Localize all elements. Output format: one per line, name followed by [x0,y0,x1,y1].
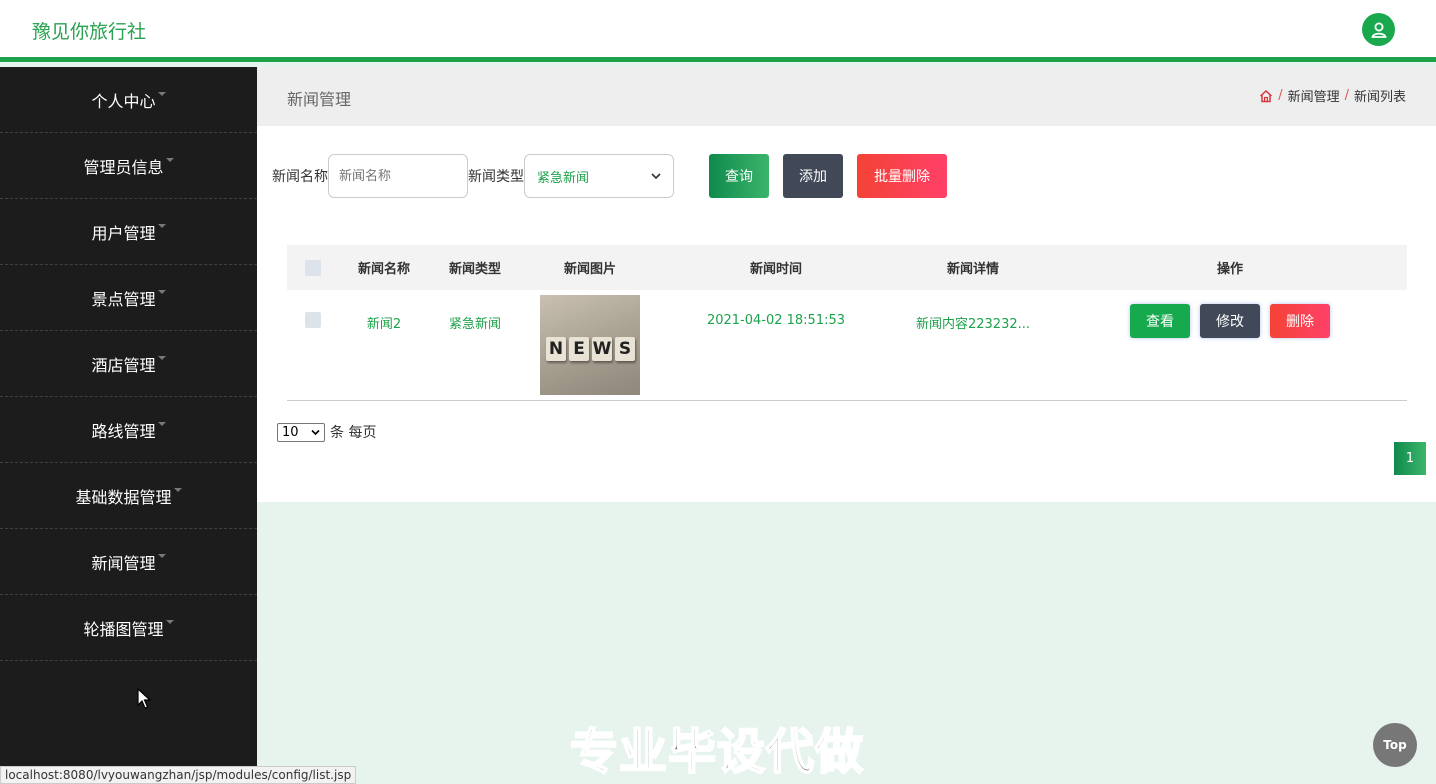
column-header-actions: 操作 [1216,262,1243,277]
select-all-checkbox[interactable] [305,259,321,276]
table-row: 新闻2 紧急新闻 N E W S 2021-04-02 18:51:53 新闻内… [287,290,1407,400]
sidebar-item-hotels[interactable]: 酒店管理 [0,331,257,397]
breadcrumb-separator: / [1344,88,1349,103]
caret-down-icon [157,223,166,228]
chevron-down-icon [311,429,320,435]
sidebar-item-basic-data[interactable]: 基础数据管理 [0,463,257,529]
cell-actions: 查看 修改 删除 [1053,290,1407,338]
breadcrumb-news-list: 新闻列表 [1353,90,1406,105]
caret-down-icon [157,289,166,294]
table-header: 新闻名称 新闻类型 新闻图片 新闻时间 新闻详情 操作 [287,245,1407,290]
pagination-page-1[interactable]: 1 [1394,442,1426,475]
column-header-time: 新闻时间 [749,262,802,277]
page-size-select[interactable]: 10 [277,422,325,442]
mouse-cursor-icon [137,688,151,709]
back-to-top-button[interactable]: Top [1373,723,1417,767]
sidebar-item-label: 路线管理 [91,421,156,441]
watermark-text: 专业毕设代做 [569,723,865,781]
sidebar: 个人中心 管理员信息 用户管理 景点管理 酒店管理 路线管理 基础数据管理 新闻… [0,67,257,784]
caret-down-icon [165,619,174,624]
sidebar-item-news[interactable]: 新闻管理 [0,529,257,595]
news-letter-tile: N [546,337,566,361]
main-panel: 新闻管理 / 新闻管理 / 新闻列表 新闻名称 新闻类型 紧急新闻 查询 添加 … [257,67,1436,502]
status-bar-url: localhost:8080/lvyouwangzhan/jsp/modules… [0,766,357,784]
sidebar-item-carousel[interactable]: 轮播图管理 [0,595,257,661]
column-header-name: 新闻名称 [357,262,410,277]
row-checkbox[interactable] [305,312,321,328]
caret-down-icon [157,355,166,360]
caret-down-icon [157,421,166,426]
news-letter-tile: S [615,337,635,361]
caret-down-icon [157,553,166,558]
cell-news-name: 新闻2 [366,317,402,332]
breadcrumb-news-management[interactable]: 新闻管理 [1288,86,1340,105]
news-thumbnail: N E W S [540,295,640,395]
page-size-suffix: 条 每页 [330,425,377,441]
sidebar-item-label: 酒店管理 [91,355,156,375]
page-title: 新闻管理 [287,90,352,109]
news-letter-tile: E [569,337,589,361]
sidebar-item-label: 用户管理 [91,223,156,243]
sidebar-item-label: 轮播图管理 [83,619,164,639]
news-type-select[interactable]: 紧急新闻 [524,154,674,198]
caret-down-icon [165,157,174,162]
brand-title[interactable]: 豫见你旅行社 [32,17,146,44]
sidebar-item-label: 个人中心 [91,91,156,111]
filter-bar: 新闻名称 新闻类型 紧急新闻 查询 添加 批量删除 [272,154,947,198]
sidebar-item-label: 管理员信息 [83,157,164,177]
cell-news-detail: 新闻内容223232... [915,317,1031,332]
news-name-input[interactable] [328,154,468,198]
view-button[interactable]: 查看 [1130,304,1190,338]
query-button[interactable]: 查询 [709,154,769,198]
chevron-down-icon [651,173,661,180]
news-name-label: 新闻名称 [272,169,328,185]
breadcrumb-separator: / [1278,88,1283,103]
page-size-control: 10 条 每页 [277,422,376,442]
sidebar-item-attractions[interactable]: 景点管理 [0,265,257,331]
home-icon[interactable] [1259,89,1273,103]
user-icon [1370,22,1387,38]
sidebar-item-label: 基础数据管理 [75,487,172,507]
cell-news-time: 2021-04-02 18:51:53 [706,313,846,328]
column-header-type: 新闻类型 [448,262,501,277]
sidebar-item-profile[interactable]: 个人中心 [0,67,257,133]
cell-news-type: 紧急新闻 [448,317,501,332]
news-letter-tile: W [592,337,612,361]
sidebar-item-users[interactable]: 用户管理 [0,199,257,265]
add-button[interactable]: 添加 [783,154,843,198]
user-avatar-button[interactable] [1362,13,1395,46]
column-header-image: 新闻图片 [563,262,616,277]
sidebar-item-routes[interactable]: 路线管理 [0,397,257,463]
column-header-detail: 新闻详情 [946,262,999,277]
sidebar-item-admin[interactable]: 管理员信息 [0,133,257,199]
caret-down-icon [157,91,166,96]
news-type-value: 紧急新闻 [537,170,590,186]
sidebar-item-label: 景点管理 [91,289,156,309]
sidebar-item-label: 新闻管理 [91,553,156,573]
top-bar: 豫见你旅行社 [0,0,1436,62]
edit-button[interactable]: 修改 [1200,304,1260,338]
delete-button[interactable]: 删除 [1270,304,1330,338]
breadcrumb: / 新闻管理 / 新闻列表 [1259,86,1406,105]
bulk-delete-button[interactable]: 批量删除 [857,154,947,198]
news-type-label: 新闻类型 [468,169,524,185]
page-size-value: 10 [282,424,299,440]
caret-down-icon [173,487,182,492]
news-table: 新闻名称 新闻类型 新闻图片 新闻时间 新闻详情 操作 新闻2 紧急新闻 N E… [287,245,1407,401]
page-header: 新闻管理 / 新闻管理 / 新闻列表 [257,67,1436,126]
